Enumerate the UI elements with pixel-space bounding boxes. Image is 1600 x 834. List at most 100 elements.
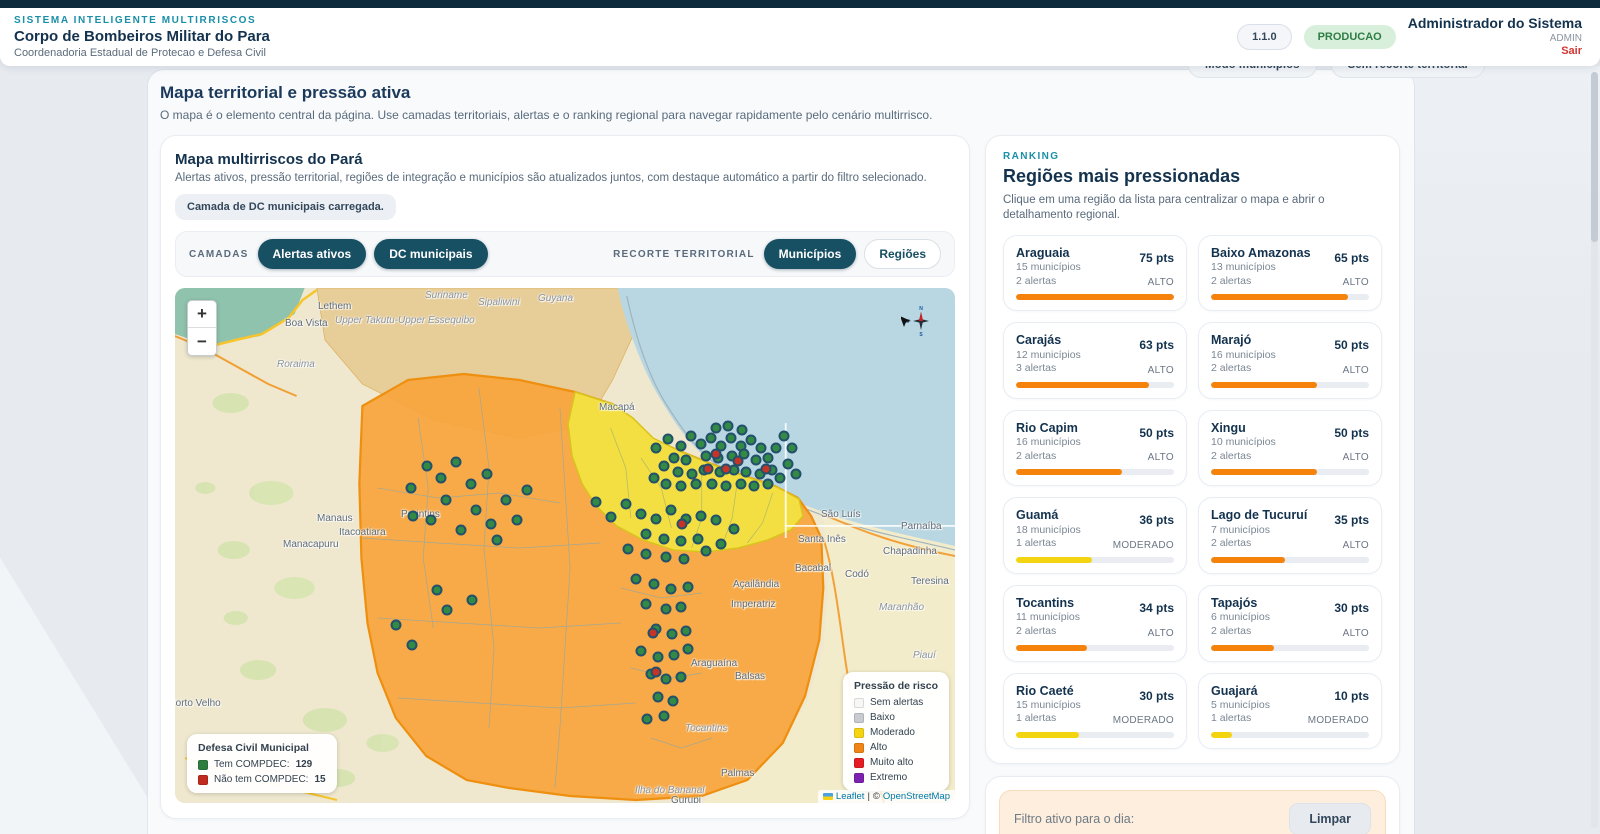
- map-marker-compdec[interactable]: [451, 457, 462, 468]
- ranking-region-card[interactable]: Araguaia 15 municípios 2 alertas 75 pts …: [1003, 235, 1187, 312]
- ranking-region-card[interactable]: Tocantins 11 municípios 2 alertas 34 pts…: [1003, 585, 1187, 662]
- map-marker-compdec[interactable]: [681, 455, 692, 466]
- ranking-region-card[interactable]: Baixo Amazonas 13 municípios 2 alertas 6…: [1198, 235, 1382, 312]
- map-marker-compdec[interactable]: [696, 439, 707, 450]
- map-marker-compdec[interactable]: [471, 505, 482, 516]
- map-marker-no-compdec[interactable]: [721, 464, 732, 475]
- zoom-out-button[interactable]: −: [188, 328, 216, 355]
- ranking-region-card[interactable]: Rio Caeté 15 municípios 1 alertas 30 pts…: [1003, 673, 1187, 750]
- map-marker-compdec[interactable]: [737, 425, 748, 436]
- map-marker-no-compdec[interactable]: [761, 464, 772, 475]
- map-marker-compdec[interactable]: [683, 582, 694, 593]
- map-marker-compdec[interactable]: [669, 650, 680, 661]
- map-marker-compdec[interactable]: [791, 469, 802, 480]
- map-marker-compdec[interactable]: [482, 469, 493, 480]
- map-marker-compdec[interactable]: [787, 443, 798, 454]
- map-marker-compdec[interactable]: [522, 485, 533, 496]
- map-marker-no-compdec[interactable]: [733, 456, 744, 467]
- map-marker-compdec[interactable]: [763, 453, 774, 464]
- map-marker-compdec[interactable]: [426, 515, 437, 526]
- map-marker-no-compdec[interactable]: [677, 519, 688, 530]
- ranking-region-card[interactable]: Rio Capim 16 municípios 2 alertas 50 pts…: [1003, 410, 1187, 487]
- map-marker-compdec[interactable]: [408, 511, 419, 522]
- map-marker-compdec[interactable]: [771, 443, 782, 454]
- map-marker-compdec[interactable]: [711, 515, 722, 526]
- map-marker-no-compdec[interactable]: [651, 667, 662, 678]
- map-marker-compdec[interactable]: [501, 495, 512, 506]
- map-marker-compdec[interactable]: [636, 646, 647, 657]
- map-marker-compdec[interactable]: [422, 461, 433, 472]
- layer-button-dc-municipais[interactable]: DC municipais: [374, 239, 487, 269]
- map-marker-compdec[interactable]: [436, 473, 447, 484]
- map-marker-compdec[interactable]: [706, 433, 717, 444]
- map-marker-compdec[interactable]: [642, 714, 653, 725]
- map-marker-compdec[interactable]: [756, 443, 767, 454]
- map-marker-compdec[interactable]: [651, 443, 662, 454]
- map-marker-compdec[interactable]: [729, 524, 740, 535]
- leaflet-link[interactable]: Leaflet: [836, 791, 865, 802]
- map-marker-compdec[interactable]: [691, 479, 702, 490]
- map-marker-compdec[interactable]: [467, 595, 478, 606]
- map-marker-compdec[interactable]: [661, 604, 672, 615]
- map-marker-compdec[interactable]: [666, 584, 677, 595]
- map-marker-compdec[interactable]: [683, 644, 694, 655]
- map-marker-compdec[interactable]: [456, 525, 467, 536]
- map-marker-compdec[interactable]: [686, 431, 697, 442]
- map-marker-compdec[interactable]: [606, 512, 617, 523]
- map-marker-compdec[interactable]: [623, 544, 634, 555]
- map-marker-compdec[interactable]: [701, 546, 712, 557]
- map-marker-compdec[interactable]: [651, 514, 662, 525]
- map-marker-compdec[interactable]: [749, 481, 760, 492]
- map-marker-compdec[interactable]: [486, 519, 497, 530]
- ranking-region-card[interactable]: Guajará 5 municípios 1 alertas 10 pts MO…: [1198, 673, 1382, 750]
- map-marker-compdec[interactable]: [441, 495, 452, 506]
- map-marker-compdec[interactable]: [641, 549, 652, 560]
- map-marker-compdec[interactable]: [681, 626, 692, 637]
- clear-filter-button[interactable]: Limpar: [1289, 803, 1371, 834]
- map-marker-compdec[interactable]: [679, 554, 690, 565]
- map-marker-compdec[interactable]: [636, 509, 647, 520]
- map-marker-compdec[interactable]: [723, 421, 734, 432]
- ranking-region-card[interactable]: Guamá 18 municípios 1 alertas 36 pts MOD…: [1003, 497, 1187, 574]
- map-marker-compdec[interactable]: [669, 453, 680, 464]
- map-marker-compdec[interactable]: [751, 455, 762, 466]
- ranking-region-card[interactable]: Marajó 16 municípios 2 alertas 50 pts AL…: [1198, 322, 1382, 399]
- scrollbar-thumb[interactable]: [1591, 72, 1598, 242]
- map-marker-compdec[interactable]: [741, 467, 752, 478]
- map-marker-compdec[interactable]: [736, 479, 747, 490]
- map-marker-compdec[interactable]: [666, 505, 677, 516]
- map-marker-compdec[interactable]: [779, 431, 790, 442]
- map-marker-compdec[interactable]: [763, 479, 774, 490]
- map-marker-compdec[interactable]: [676, 602, 687, 613]
- ranking-region-card[interactable]: Xingu 10 municípios 2 alertas 50 pts ALT…: [1198, 410, 1382, 487]
- map-marker-compdec[interactable]: [653, 692, 664, 703]
- map-marker-compdec[interactable]: [673, 467, 684, 478]
- map-marker-compdec[interactable]: [659, 534, 670, 545]
- map-marker-compdec[interactable]: [649, 473, 660, 484]
- map-marker-compdec[interactable]: [641, 599, 652, 610]
- map-marker-compdec[interactable]: [783, 459, 794, 470]
- map-marker-compdec[interactable]: [716, 539, 727, 550]
- zoom-in-button[interactable]: +: [188, 301, 216, 328]
- map-marker-compdec[interactable]: [746, 435, 757, 446]
- recorte-button-municípios[interactable]: Municípios: [764, 239, 857, 269]
- ranking-region-card[interactable]: Carajás 12 municípios 3 alertas 63 pts A…: [1003, 322, 1187, 399]
- map-marker-compdec[interactable]: [676, 481, 687, 492]
- map-marker-compdec[interactable]: [693, 534, 704, 545]
- page-scrollbar[interactable]: [1591, 72, 1598, 828]
- map-marker-compdec[interactable]: [659, 461, 670, 472]
- map-marker-compdec[interactable]: [512, 515, 523, 526]
- map-marker-compdec[interactable]: [391, 620, 402, 631]
- map-marker-compdec[interactable]: [591, 497, 602, 508]
- map-marker-compdec[interactable]: [711, 423, 722, 434]
- map-marker-compdec[interactable]: [668, 696, 679, 707]
- map-marker-compdec[interactable]: [649, 579, 660, 590]
- map-marker-compdec[interactable]: [707, 479, 718, 490]
- map-marker-compdec[interactable]: [676, 441, 687, 452]
- map-marker-no-compdec[interactable]: [703, 464, 714, 475]
- map-marker-compdec[interactable]: [775, 473, 786, 484]
- map-marker-compdec[interactable]: [676, 672, 687, 683]
- map-marker-compdec[interactable]: [726, 433, 737, 444]
- logout-link[interactable]: Sair: [1408, 45, 1582, 59]
- ranking-region-card[interactable]: Tapajós 6 municípios 2 alertas 30 pts AL…: [1198, 585, 1382, 662]
